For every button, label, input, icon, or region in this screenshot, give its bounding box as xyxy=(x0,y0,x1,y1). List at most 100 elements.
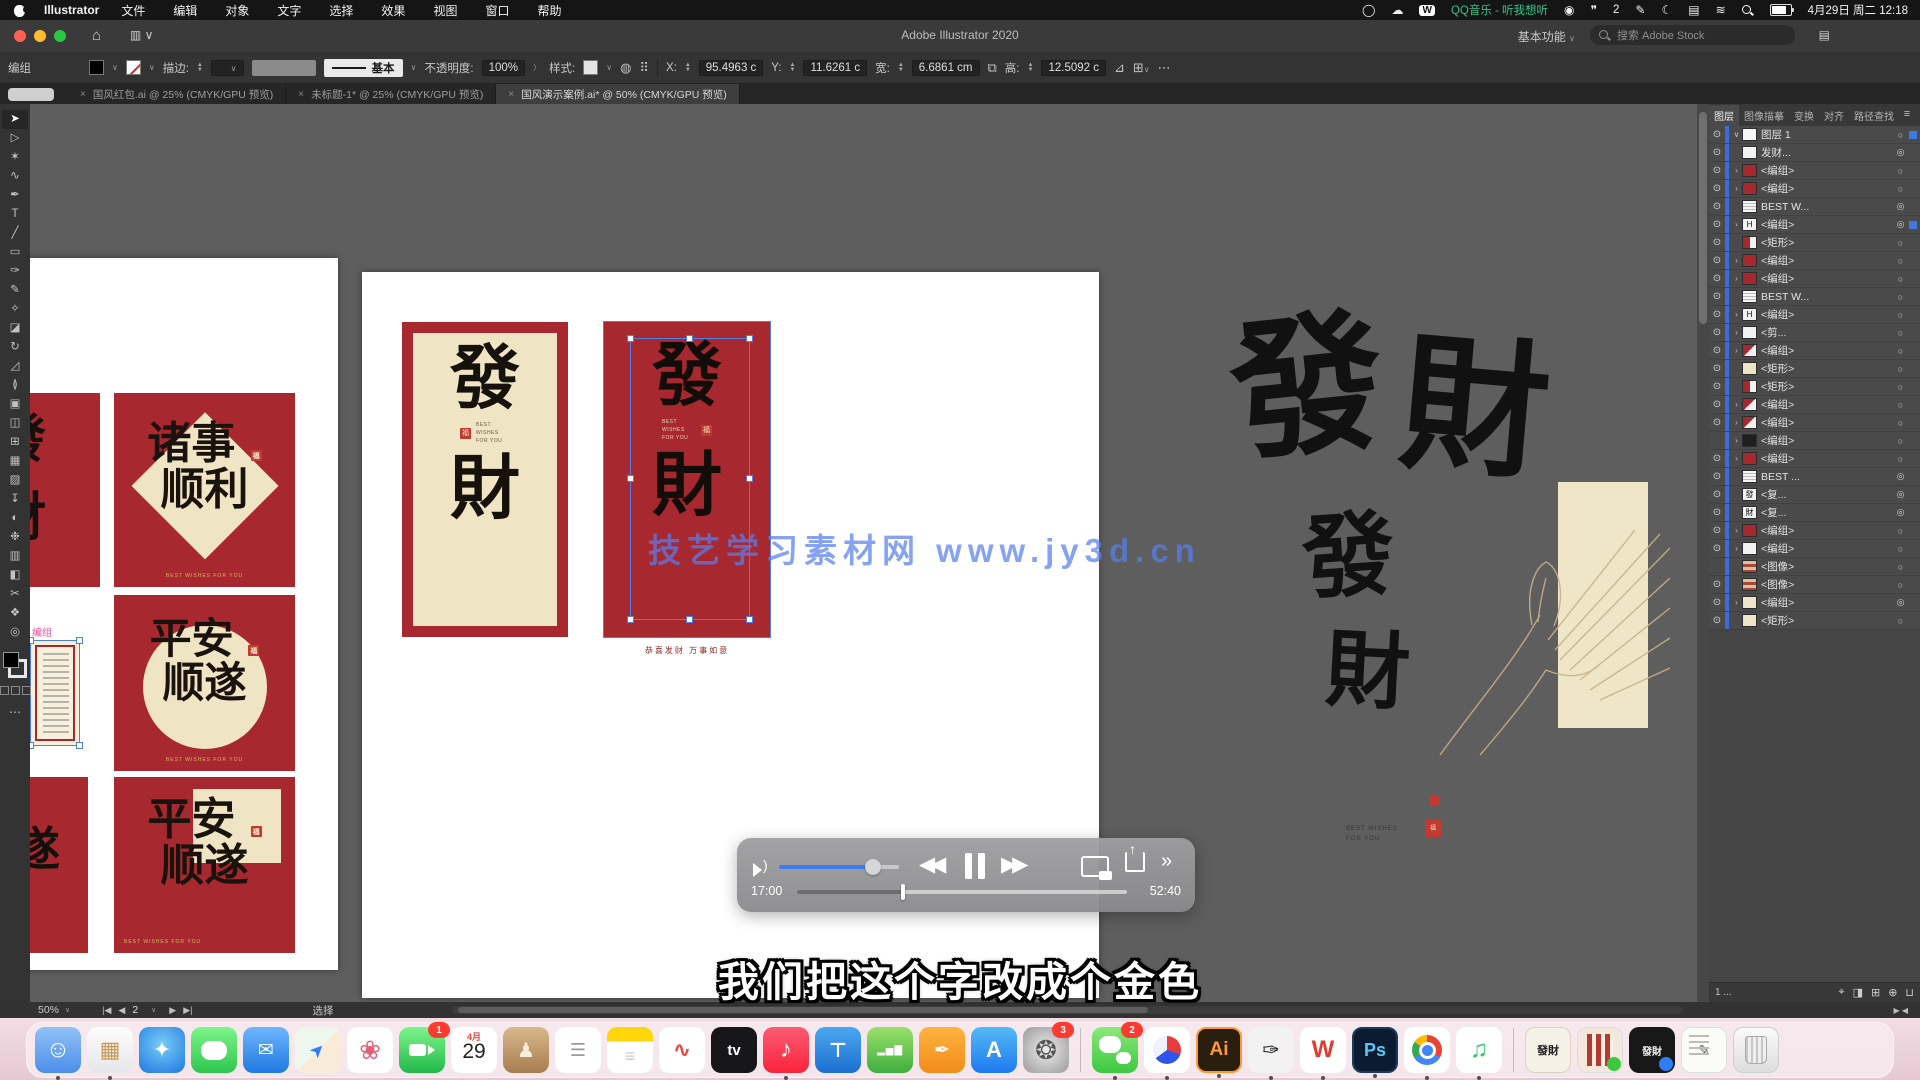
dock-baidu-netdisk[interactable] xyxy=(1144,1027,1190,1073)
dock-finder[interactable]: ☺ xyxy=(35,1027,81,1073)
pencil-icon[interactable]: ✎ xyxy=(1635,0,1645,20)
layer-row[interactable]: ⊙ › H <编组> ○ xyxy=(1709,306,1920,324)
dock-doc-facai-black[interactable]: 發財 xyxy=(1629,1027,1675,1073)
target-circle-icon[interactable]: ○ xyxy=(1894,238,1907,248)
line-segment-tool[interactable]: ╱ xyxy=(2,224,28,243)
lasso-tool[interactable]: ∿ xyxy=(2,167,28,186)
visibility-eye-icon[interactable]: ⊙ xyxy=(1709,489,1725,500)
dock-wps[interactable]: W xyxy=(1300,1027,1346,1073)
panel-tab-image-trace[interactable]: 图像描摹 xyxy=(1739,105,1789,126)
scale-tool[interactable]: ◿ xyxy=(2,357,28,376)
dock-photos[interactable]: ❀ xyxy=(347,1027,393,1073)
target-circle-icon[interactable]: ○ xyxy=(1894,274,1907,284)
expand-chevron-icon[interactable]: › xyxy=(1731,310,1742,319)
target-circle-icon[interactable]: ○ xyxy=(1894,310,1907,320)
layer-name[interactable]: <编组> xyxy=(1757,415,1894,430)
target-circle-icon[interactable]: ○ xyxy=(1894,130,1907,140)
layer-row[interactable]: ⊙ › <编组> ○ xyxy=(1709,432,1920,450)
poster-partial-facai[interactable]: 發財 xyxy=(30,393,100,587)
visibility-eye-icon[interactable]: ⊙ xyxy=(1709,453,1725,464)
visibility-eye-icon[interactable]: ⊙ xyxy=(1709,471,1725,482)
fill-stroke-indicator[interactable] xyxy=(3,652,27,678)
playhead[interactable] xyxy=(901,884,905,900)
menubar-datetime[interactable]: 4月29日 周二 12:18 xyxy=(1808,2,1908,18)
selection-tool[interactable]: ➤ xyxy=(2,110,28,129)
red-seal-large[interactable]: 福 xyxy=(1425,820,1441,837)
layer-row[interactable]: ⊙ › <编组> ○ xyxy=(1709,270,1920,288)
more-controls-icon[interactable]: » xyxy=(1161,850,1172,873)
layer-name[interactable]: <编组> xyxy=(1757,217,1894,232)
qq-music-song[interactable]: QQ音乐 - 听我想听 xyxy=(1451,2,1548,18)
layer-name[interactable]: <编组> xyxy=(1757,523,1894,538)
rewind-button[interactable]: ◀◀ xyxy=(919,852,941,877)
dock-reminders[interactable]: ☰ xyxy=(555,1027,601,1073)
dock-numbers[interactable]: ▂▅▇ xyxy=(867,1027,913,1073)
dock-safari[interactable]: ✦ xyxy=(139,1027,185,1073)
target-circle-icon[interactable]: ○ xyxy=(1894,418,1907,428)
target-circle-icon[interactable]: ◎ xyxy=(1894,219,1907,230)
target-circle-icon[interactable]: ○ xyxy=(1894,382,1907,392)
poster-zhushi-shunli[interactable]: 诸事 福 顺利 BEST WISHES FOR YOU xyxy=(114,393,295,587)
layer-row[interactable]: ⊙ › <编组> ○ xyxy=(1709,342,1920,360)
tab-overflow-chip[interactable] xyxy=(8,88,54,101)
panel-tab-align[interactable]: 对齐 xyxy=(1819,105,1849,126)
expand-chevron-icon[interactable]: › xyxy=(1731,328,1742,337)
apple-logo-icon[interactable] xyxy=(14,3,26,17)
expand-chevron-icon[interactable]: › xyxy=(1731,346,1742,355)
dock-brush-app[interactable]: ✑ xyxy=(1248,1027,1294,1073)
menu-select[interactable]: 选择 xyxy=(329,2,353,19)
layer-name[interactable]: <编组> xyxy=(1757,307,1894,322)
dock-illustrator[interactable]: Ai xyxy=(1196,1027,1242,1073)
volume-slider[interactable] xyxy=(779,865,899,869)
visibility-eye-icon[interactable]: ⊙ xyxy=(1709,543,1725,554)
dock-doc-couplets[interactable] xyxy=(1577,1027,1623,1073)
layer-name[interactable]: <矩形> xyxy=(1757,613,1894,628)
wifi-icon[interactable]: ≋ xyxy=(1716,3,1725,17)
layer-name[interactable]: <矩形> xyxy=(1757,235,1894,250)
target-circle-icon[interactable]: ○ xyxy=(1894,166,1907,176)
visibility-eye-icon[interactable]: ⊙ xyxy=(1709,597,1725,608)
dock-chrome[interactable] xyxy=(1404,1027,1450,1073)
vertical-scrollbar[interactable] xyxy=(1697,104,1709,1002)
layer-name[interactable]: <编组> xyxy=(1757,253,1894,268)
expand-chevron-icon[interactable]: › xyxy=(1731,220,1742,229)
selection-handle[interactable] xyxy=(627,475,634,482)
draw-mode-buttons[interactable] xyxy=(0,686,31,695)
dock-calendar[interactable]: 4月 29 xyxy=(451,1027,497,1073)
layer-row[interactable]: ⊙ BEST W... ◎ xyxy=(1709,198,1920,216)
visibility-eye-icon[interactable]: ⊙ xyxy=(1709,525,1725,536)
volume-icon[interactable] xyxy=(753,860,771,874)
adobe-stock-search-input[interactable]: 搜索 Adobe Stock xyxy=(1590,25,1795,45)
dock-stocks[interactable]: ∿ xyxy=(659,1027,705,1073)
tab-untitled-1[interactable]: × 未标题-1* @ 25% (CMYK/GPU 预览) xyxy=(286,84,496,104)
poster-pingan-shunsui-2[interactable]: 平安 福 顺遂 BEST WISHES FOR YOU xyxy=(114,777,295,953)
visibility-eye-icon[interactable]: ⊙ xyxy=(1709,183,1725,194)
dock-messages[interactable] xyxy=(191,1027,237,1073)
slice-tool[interactable]: ✂ xyxy=(2,585,28,604)
tab-guofeng-hongbao[interactable]: × 国风红包.ai @ 25% (CMYK/GPU 预览) xyxy=(68,84,286,104)
layer-name[interactable]: <编组> xyxy=(1757,163,1894,178)
creative-cloud-icon[interactable]: ☁ xyxy=(1391,0,1403,20)
layer-name[interactable]: <编组> xyxy=(1757,541,1894,556)
artboard-tool[interactable]: ◧ xyxy=(2,566,28,585)
layer-row[interactable]: ⊙ 發 <复... ◎ xyxy=(1709,486,1920,504)
dock-notes[interactable]: ≡ xyxy=(607,1027,653,1073)
expand-chevron-icon[interactable]: › xyxy=(1731,436,1742,445)
shazam-icon[interactable]: ◉ xyxy=(1564,0,1574,20)
column-graph-tool[interactable]: ▥ xyxy=(2,547,28,566)
layer-name[interactable]: 图层 1 xyxy=(1757,127,1894,142)
more-options-icon[interactable]: ⋯ xyxy=(1158,60,1171,76)
layer-row[interactable]: ⊙ 財 <复... ◎ xyxy=(1709,504,1920,522)
visibility-eye-icon[interactable]: ⊙ xyxy=(1709,291,1725,302)
menu-type[interactable]: 文字 xyxy=(277,2,301,19)
visibility-eye-icon[interactable]: ⊙ xyxy=(1709,345,1725,356)
paintbrush-tool[interactable]: ✑ xyxy=(2,262,28,281)
wechat-unread-count[interactable]: 2 xyxy=(1613,4,1619,16)
visibility-eye-icon[interactable]: ⊙ xyxy=(1709,507,1725,518)
align-grid-icon[interactable]: ⠿ xyxy=(639,60,649,76)
panel-tab-pathfinder[interactable]: 路径查找 xyxy=(1849,105,1899,126)
dock-photoshop[interactable]: Ps xyxy=(1352,1027,1398,1073)
target-circle-icon[interactable]: ○ xyxy=(1894,544,1907,554)
visibility-eye-icon[interactable]: ⊙ xyxy=(1709,309,1725,320)
layer-name[interactable]: <图像> xyxy=(1757,577,1894,592)
